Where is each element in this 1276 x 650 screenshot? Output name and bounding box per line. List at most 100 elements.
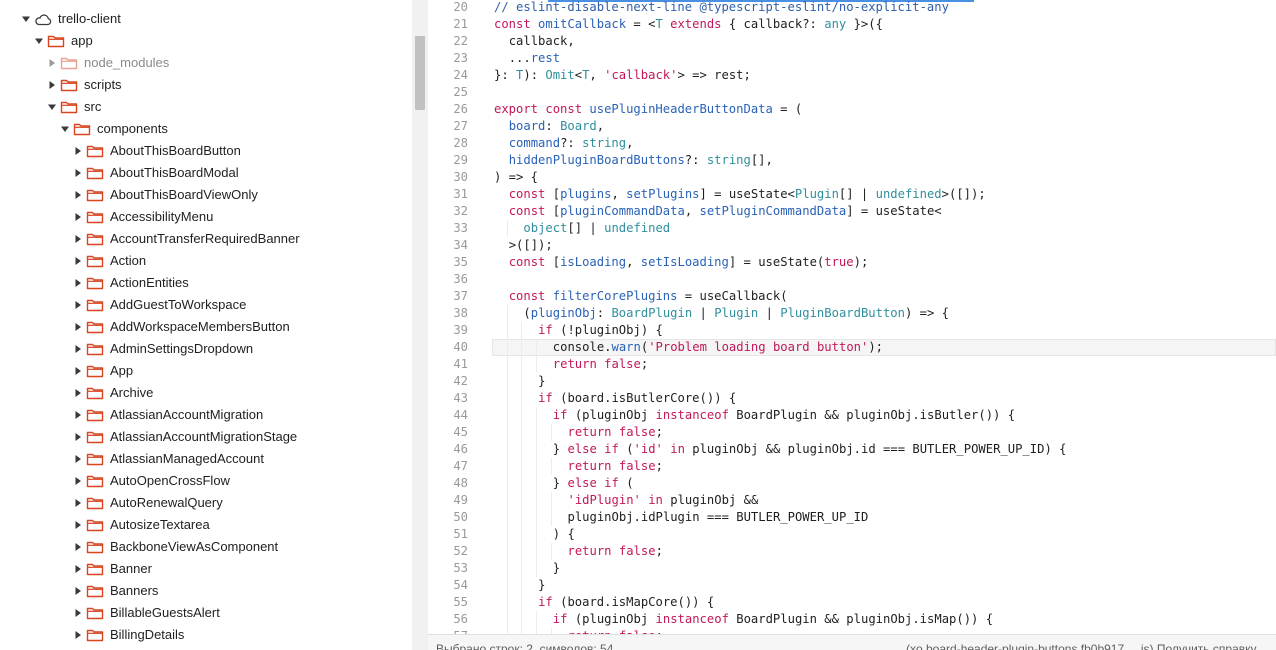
code-line[interactable]: 46} else if ('id' in pluginObj && plugin…	[428, 441, 1276, 458]
chevron-right-icon[interactable]	[72, 629, 84, 641]
tree-item[interactable]: AddGuestToWorkspace	[0, 294, 412, 316]
chevron-right-icon[interactable]	[72, 607, 84, 619]
tree-item[interactable]: AboutThisBoardModal	[0, 162, 412, 184]
tree-item[interactable]: Banner	[0, 558, 412, 580]
code-line[interactable]: 35 const [isLoading, setIsLoading] = useS…	[428, 254, 1276, 271]
chevron-right-icon[interactable]	[72, 365, 84, 377]
tree-item[interactable]: ActionEntities	[0, 272, 412, 294]
code-line[interactable]: 30) => {	[428, 169, 1276, 186]
tree-item[interactable]: app	[0, 30, 412, 52]
tree-item[interactable]: AutoOpenCrossFlow	[0, 470, 412, 492]
code-line[interactable]: 38 (pluginObj: BoardPlugin | Plugin | Plu…	[428, 305, 1276, 322]
code-line[interactable]: 33 object[] | undefined	[428, 220, 1276, 237]
tree-item[interactable]: src	[0, 96, 412, 118]
code-line[interactable]: 28 command?: string,	[428, 135, 1276, 152]
tree-item[interactable]: App	[0, 360, 412, 382]
code-token: plugins	[560, 187, 612, 201]
chevron-right-icon[interactable]	[72, 519, 84, 531]
code-editor[interactable]: 20 // eslint-disable-next-line @typescrip…	[428, 0, 1276, 634]
code-line[interactable]: 22 callback,	[428, 33, 1276, 50]
chevron-right-icon[interactable]	[72, 387, 84, 399]
tree-item-label: AddGuestToWorkspace	[110, 297, 247, 312]
code-line[interactable]: 36	[428, 271, 1276, 288]
chevron-right-icon[interactable]	[72, 321, 84, 333]
chevron-right-icon[interactable]	[72, 299, 84, 311]
code-line[interactable]: 40 console.warn('Problem loading board bu…	[428, 339, 1276, 356]
tree-item[interactable]: AboutThisBoardViewOnly	[0, 184, 412, 206]
tree-item[interactable]: scripts	[0, 74, 412, 96]
chevron-right-icon[interactable]	[72, 475, 84, 487]
chevron-down-icon[interactable]	[46, 101, 58, 113]
chevron-right-icon[interactable]	[46, 57, 58, 69]
tree-item[interactable]: AtlassianAccountMigrationStage	[0, 426, 412, 448]
chevron-right-icon[interactable]	[72, 541, 84, 553]
chevron-right-icon[interactable]	[72, 497, 84, 509]
chevron-right-icon[interactable]	[72, 343, 84, 355]
tree-item[interactable]: AccessibilityMenu	[0, 206, 412, 228]
code-line[interactable]: 51) {	[428, 526, 1276, 543]
code-line[interactable]: 49 'idPlugin' in pluginObj &&	[428, 492, 1276, 509]
code-line[interactable]: 56 if (pluginObj instanceof BoardPlugin &…	[428, 611, 1276, 628]
code-line[interactable]: 54}	[428, 577, 1276, 594]
file-tree-scrollbar[interactable]	[412, 0, 428, 650]
tree-item[interactable]: AccountTransferRequiredBanner	[0, 228, 412, 250]
chevron-right-icon[interactable]	[72, 167, 84, 179]
chevron-down-icon[interactable]	[33, 35, 45, 47]
tree-item[interactable]: Banners	[0, 580, 412, 602]
code-line[interactable]: 45 return false;	[428, 424, 1276, 441]
code-line[interactable]: 20 // eslint-disable-next-line @typescrip…	[428, 0, 1276, 16]
code-line[interactable]: 32 const [pluginCommandData, setPluginCom…	[428, 203, 1276, 220]
code-line[interactable]: 50 pluginObj.idPlugin === BUTLER_POWER_UP…	[428, 509, 1276, 526]
code-line[interactable]: 48} else if (	[428, 475, 1276, 492]
tree-item[interactable]: AutoRenewalQuery	[0, 492, 412, 514]
code-line[interactable]: 53}	[428, 560, 1276, 577]
code-line[interactable]: 44 if (pluginObj instanceof BoardPlugin &…	[428, 407, 1276, 424]
chevron-right-icon[interactable]	[46, 79, 58, 91]
code-line[interactable]: 24}: T): Omit<T, 'callback'> => rest;	[428, 67, 1276, 84]
tree-item[interactable]: node_modules	[0, 52, 412, 74]
tree-item[interactable]: AdminSettingsDropdown	[0, 338, 412, 360]
code-line[interactable]: 21 const omitCallback = <T extends { call…	[428, 16, 1276, 33]
chevron-right-icon[interactable]	[72, 409, 84, 421]
code-line[interactable]: 31 const [plugins, setPlugins] = useState…	[428, 186, 1276, 203]
tree-item[interactable]: AutosizeTextarea	[0, 514, 412, 536]
chevron-right-icon[interactable]	[72, 145, 84, 157]
tree-item[interactable]: BackboneViewAsComponent	[0, 536, 412, 558]
file-tree-scroll-thumb[interactable]	[415, 36, 425, 110]
code-line[interactable]: 27 board: Board,	[428, 118, 1276, 135]
tree-item[interactable]: components	[0, 118, 412, 140]
code-line[interactable]: 41 return false;	[428, 356, 1276, 373]
code-line[interactable]: 26 export const usePluginHeaderButtonData…	[428, 101, 1276, 118]
chevron-right-icon[interactable]	[72, 233, 84, 245]
tree-item[interactable]: Action	[0, 250, 412, 272]
chevron-down-icon[interactable]	[59, 123, 71, 135]
chevron-down-icon[interactable]	[20, 13, 32, 25]
code-line[interactable]: 37 const filterCorePlugins = useCallback(	[428, 288, 1276, 305]
code-line[interactable]: 55 if (board.isMapCore()) {	[428, 594, 1276, 611]
code-line[interactable]: 39 if (!pluginObj) {	[428, 322, 1276, 339]
code-line[interactable]: 52 return false;	[428, 543, 1276, 560]
code-line[interactable]: 29 hiddenPluginBoardButtons?: string[],	[428, 152, 1276, 169]
code-line[interactable]: 34 >([]);	[428, 237, 1276, 254]
chevron-right-icon[interactable]	[72, 585, 84, 597]
tree-item[interactable]: Archive	[0, 382, 412, 404]
code-line[interactable]: 47 return false;	[428, 458, 1276, 475]
tree-item[interactable]: AboutThisBoardButton	[0, 140, 412, 162]
tree-item[interactable]: AtlassianManagedAccount	[0, 448, 412, 470]
code-line[interactable]: 23 ...rest	[428, 50, 1276, 67]
tree-item[interactable]: AddWorkspaceMembersButton	[0, 316, 412, 338]
code-line[interactable]: 25	[428, 84, 1276, 101]
chevron-right-icon[interactable]	[72, 255, 84, 267]
chevron-right-icon[interactable]	[72, 563, 84, 575]
tree-item[interactable]: trello-client	[0, 8, 412, 30]
chevron-right-icon[interactable]	[72, 211, 84, 223]
chevron-right-icon[interactable]	[72, 453, 84, 465]
tree-item[interactable]: AtlassianAccountMigration	[0, 404, 412, 426]
chevron-right-icon[interactable]	[72, 189, 84, 201]
chevron-right-icon[interactable]	[72, 277, 84, 289]
code-line[interactable]: 42}	[428, 373, 1276, 390]
code-line[interactable]: 43 if (board.isButlerCore()) {	[428, 390, 1276, 407]
chevron-right-icon[interactable]	[72, 431, 84, 443]
tree-item[interactable]: BillingDetails	[0, 624, 412, 646]
tree-item[interactable]: BillableGuestsAlert	[0, 602, 412, 624]
